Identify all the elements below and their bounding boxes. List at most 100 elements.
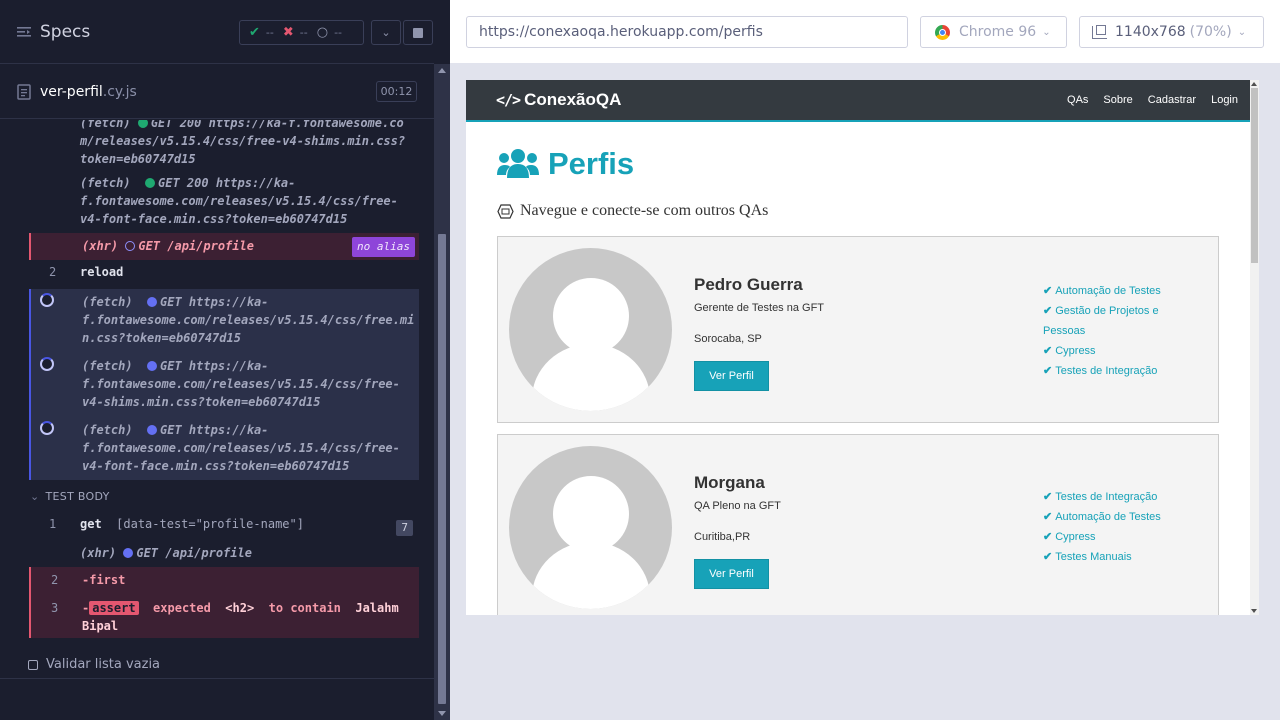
failed-stat: ✖ -- <box>283 25 308 40</box>
stop-icon <box>413 27 423 38</box>
command-name: get <box>80 517 102 531</box>
scroll-up-icon[interactable] <box>438 68 446 73</box>
brand-link[interactable]: </> ConexãoQA <box>496 90 621 110</box>
stop-button[interactable] <box>403 20 433 45</box>
app-scrollbar[interactable] <box>1250 80 1259 615</box>
viewport-size: 1140x768 <box>1115 24 1186 40</box>
command-type: (fetch) <box>82 423 133 437</box>
skill-label: Cypress <box>1055 531 1096 543</box>
alias-badge: no alias <box>352 237 415 257</box>
status-dot-icon <box>145 178 156 188</box>
test-body-header[interactable]: ⌄ TEST BODY <box>30 490 110 503</box>
suite-status-icon <box>28 659 38 670</box>
scrollbar-thumb[interactable] <box>1251 88 1258 263</box>
nav-link-cadastrar[interactable]: Cadastrar <box>1148 94 1196 106</box>
check-icon: ✔ <box>1043 551 1053 563</box>
skill-label: Cypress <box>1055 345 1096 357</box>
command-assert[interactable]: - assert expected <h2> to contain Jalahm B… <box>82 599 411 635</box>
skill-item: ✔ Automação de Testes <box>1043 507 1203 527</box>
app-navbar: </> ConexãoQA QAs Sobre Cadastrar Login <box>466 80 1250 122</box>
viewport-info[interactable]: 1140x768 (70%) ⌄ <box>1079 16 1264 48</box>
suite-title: Validar lista vazia <box>46 657 161 672</box>
app-under-test: </> ConexãoQA QAs Sobre Cadastrar Login P… <box>466 80 1259 615</box>
command-message-line: f.fontawesome.com/releases/v5.15.4/css/f… <box>82 441 400 455</box>
scrollbar-thumb[interactable] <box>438 234 446 704</box>
failed-count: -- <box>299 26 308 39</box>
command-text: reload <box>80 265 124 279</box>
command-text: (fetch) GET 200 https://ka-f.fontawesome… <box>80 120 411 168</box>
profile-skills: ✔ Testes de Integração ✔ Automação de Test… <box>1043 487 1203 567</box>
command-message: GET https://ka- <box>160 423 269 437</box>
command-type: (fetch) <box>82 359 133 373</box>
skill-item: ✔ Cypress <box>1043 527 1203 547</box>
skill-item: ✔ Cypress <box>1043 341 1203 361</box>
command-first[interactable]: -first <box>82 571 411 589</box>
check-icon: ✔ <box>1043 511 1053 523</box>
command-reload[interactable]: 2 reload <box>29 263 419 285</box>
spinner-icon <box>40 357 54 371</box>
nav-link-qas[interactable]: QAs <box>1067 94 1088 106</box>
skill-item: ✔ Gestão de Projetos e <box>1043 301 1203 321</box>
viewport-zoom: (70%) <box>1189 24 1232 40</box>
command-message-line: f.fontawesome.com/releases/v5.15.4/css/f… <box>82 377 400 391</box>
reporter-panel: Specs ✔ -- ✖ -- ○ -- ⌄ ver-perfil.cy.js 00:… <box>0 0 450 720</box>
nav-link-login[interactable]: Login <box>1211 94 1238 106</box>
command-fetch-shims-pending[interactable]: (fetch) GET https://ka- f.fontawesome.co… <box>82 357 411 411</box>
assert-tag: assert <box>89 601 139 615</box>
reporter-scrollbar[interactable] <box>434 64 450 720</box>
view-profile-button[interactable]: Ver Perfil <box>694 559 769 589</box>
spec-file-name: ver-perfil.cy.js <box>40 84 137 100</box>
command-get[interactable]: 1 get [data-test="profile-name"] 7 <box>29 513 419 539</box>
profile-name: Pedro Guerra <box>694 275 803 294</box>
browser-selector[interactable]: Chrome 96 ⌄ <box>920 16 1067 48</box>
aut-url[interactable]: https://conexaoqa.herokuapp.com/perfis <box>466 16 908 48</box>
command-fetch-free[interactable]: (fetch) GET https://ka- f.fontawesome.co… <box>82 293 415 347</box>
command-message-line: v4-font-face.min.css?token=eb60747d15 <box>82 459 350 473</box>
profile-name: Morgana <box>694 473 765 492</box>
pending-count: -- <box>334 26 343 39</box>
specs-icon[interactable] <box>16 24 32 40</box>
skill-item-continued: Pessoas <box>1043 321 1203 341</box>
scroll-up-icon[interactable] <box>1251 82 1257 86</box>
profile-role: QA Pleno na GFT <box>694 500 781 512</box>
command-xhr-profile-2[interactable]: (xhr) GET /api/profile <box>29 544 419 566</box>
command-xhr-profile[interactable]: (xhr) GET /api/profile no alias <box>29 233 419 260</box>
skill-label: Pessoas <box>1043 325 1086 337</box>
failed-commands-group: 2 -first 3 - assert expected <h2> to cont… <box>29 567 419 638</box>
check-icon: ✔ <box>249 25 260 40</box>
page-lead-text: Navegue e conecte-se com outros QAs <box>520 202 769 219</box>
scroll-down-icon[interactable] <box>438 711 446 716</box>
command-type: (fetch) <box>82 295 133 309</box>
check-icon: ✔ <box>1043 285 1053 297</box>
command-message-line: f.fontawesome.com/releases/v5.15.4/css/f… <box>82 313 415 327</box>
scroll-down-icon[interactable] <box>1251 609 1257 613</box>
spec-file-row[interactable]: ver-perfil.cy.js 00:12 <box>0 65 434 119</box>
status-dot-icon <box>123 548 134 558</box>
profile-location: Sorocaba, SP <box>694 333 762 345</box>
command-fetch-font-face-pending[interactable]: (fetch) GET https://ka- f.fontawesome.co… <box>82 421 411 475</box>
command-fetch-font-face[interactable]: (fetch) GET 200 https://ka- f.fontawesom… <box>29 174 419 230</box>
command-fetch-shims[interactable]: (fetch) GET 200 https://ka-f.fontawesome… <box>29 120 419 166</box>
connect-icon <box>497 203 514 219</box>
chevron-down-icon: ⌄ <box>1237 26 1247 38</box>
check-icon: ✔ <box>1043 531 1053 543</box>
browser-label: Chrome 96 <box>959 24 1037 40</box>
suite-validar-lista-vazia[interactable]: Validar lista vazia <box>28 657 160 672</box>
specs-title[interactable]: Specs <box>40 22 90 42</box>
passed-stat: ✔ -- <box>249 25 274 40</box>
chrome-icon <box>935 24 950 40</box>
page-title: Perfis <box>497 146 634 182</box>
command-number: 1 <box>49 517 57 531</box>
status-dot-icon <box>147 361 158 371</box>
status-dot-icon <box>147 425 158 435</box>
brand-name: ConexãoQA <box>524 90 622 109</box>
skill-item: ✔ Automação de Testes <box>1043 281 1203 301</box>
command-message: GET https://ka- <box>160 295 269 309</box>
check-icon: ✔ <box>1043 365 1053 377</box>
collapse-button[interactable]: ⌄ <box>371 20 401 45</box>
page-lead: Navegue e conecte-se com outros QAs <box>497 202 768 220</box>
nav-link-sobre[interactable]: Sobre <box>1103 94 1132 106</box>
command-number: 3 <box>51 601 59 615</box>
view-profile-button[interactable]: Ver Perfil <box>694 361 769 391</box>
spinner-icon <box>40 293 54 307</box>
